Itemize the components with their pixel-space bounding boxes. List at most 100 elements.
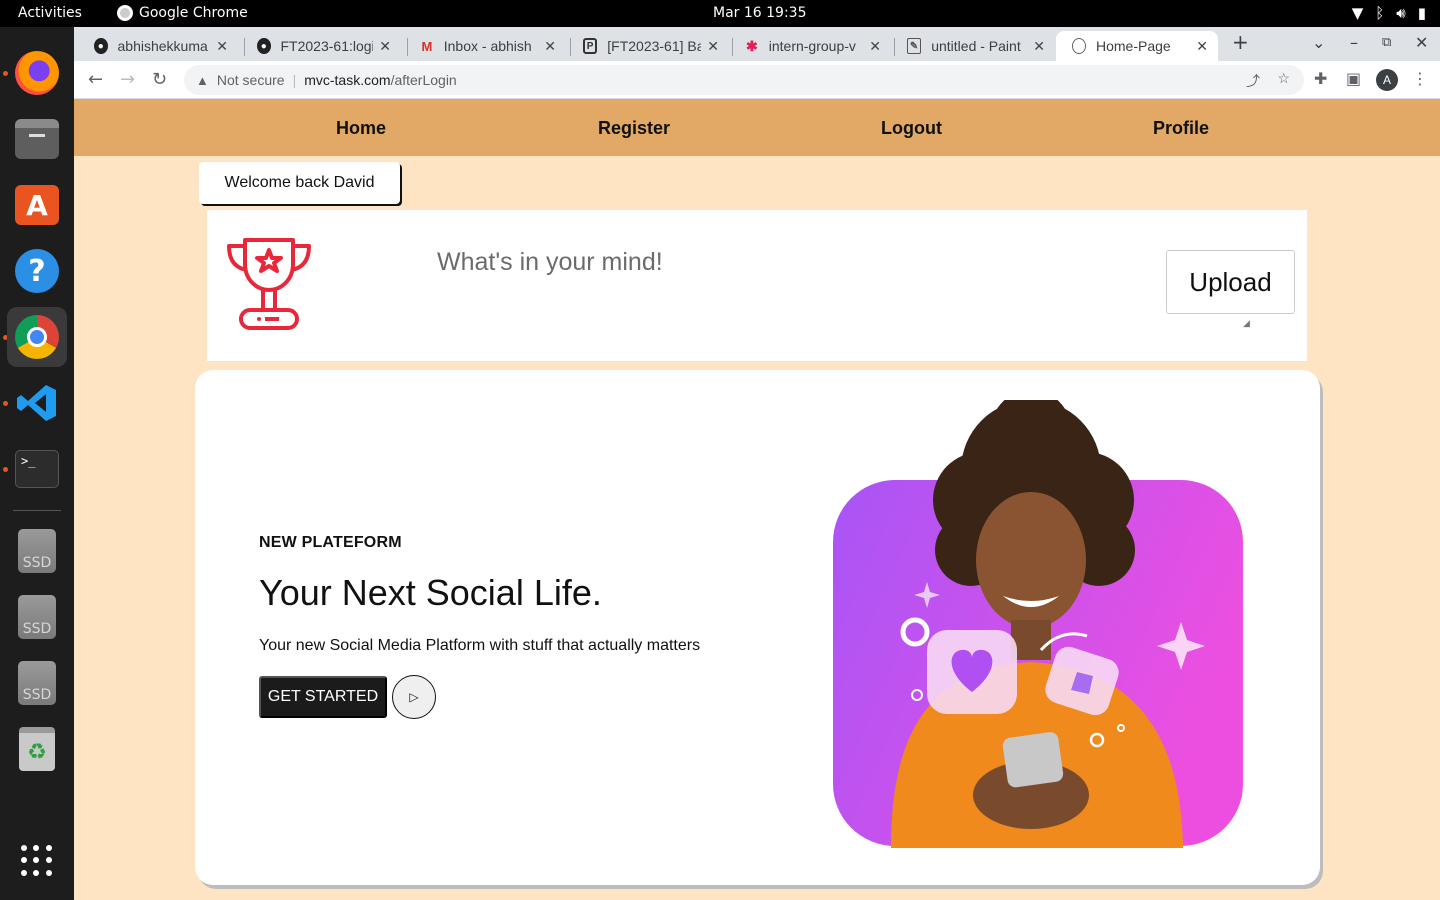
share-icon[interactable]: ⤴ (1246, 71, 1260, 91)
tab-title: untitled - Paint (931, 38, 1021, 54)
jira-icon: P (583, 38, 598, 54)
web-page: Home Register Logout Profile Welcome bac… (74, 99, 1440, 900)
url-path: /afterLogin (390, 72, 457, 88)
dock-ssd-3[interactable]: SSD (7, 653, 67, 713)
tab-title: intern-group-v (768, 38, 856, 54)
activities-button[interactable]: Activities (18, 5, 82, 21)
back-button[interactable]: ← (88, 69, 103, 90)
play-icon: ▷ (409, 690, 419, 704)
tab-gmail[interactable]: M Inbox - abhish ✕ (404, 31, 566, 61)
slack-icon: ✱ (746, 37, 758, 54)
gmail-icon: M (421, 38, 433, 54)
chrome-window: ● abhishekkuma ✕ ● FT2023-61:logi ✕ M In… (74, 27, 1440, 900)
tab-home-page[interactable]: Home-Page ✕ (1056, 31, 1218, 61)
extensions-icon[interactable]: ✚ (1314, 69, 1327, 88)
close-icon[interactable]: ✕ (379, 38, 391, 55)
tab-title: abhishekkuma (117, 38, 208, 54)
chrome-icon (15, 315, 59, 359)
welcome-message: Welcome back David (199, 162, 400, 204)
close-icon[interactable]: ✕ (1196, 38, 1208, 55)
app-menu[interactable]: Google Chrome (117, 5, 248, 21)
security-label[interactable]: Not secure (217, 72, 285, 88)
nav-logout-link[interactable]: Logout (881, 118, 942, 139)
browser-toolbar: ← → ↻ ▲ Not secure | mvc-task.com/afterL… (74, 61, 1440, 99)
trophy-icon (227, 238, 311, 330)
browser-menu-icon[interactable]: ⋮ (1412, 69, 1428, 88)
dock-files[interactable] (7, 109, 67, 169)
profile-avatar[interactable]: A (1376, 69, 1398, 91)
reload-button[interactable]: ↻ (152, 69, 167, 90)
tab-jira[interactable]: P [FT2023-61] Ba ✕ (567, 31, 729, 61)
tab-paint[interactable]: ✎ untitled - Paint ✕ (891, 31, 1055, 61)
close-icon[interactable]: ✕ (1033, 38, 1045, 55)
tab-github-profile[interactable]: ● abhishekkuma ✕ (78, 31, 238, 61)
play-button[interactable]: ▷ (392, 675, 436, 719)
dock-terminal[interactable]: >_ (7, 439, 67, 499)
clock[interactable]: Mar 16 19:35 (713, 5, 806, 21)
tab-title: [FT2023-61] Ba (607, 38, 702, 54)
address-bar[interactable]: ▲ Not secure | mvc-task.com/afterLogin ⤴… (184, 65, 1304, 95)
hero-subtext: Your new Social Media Platform with stuf… (259, 637, 701, 654)
hero-card: NEW PLATEFORM Your Next Social Life. You… (195, 370, 1320, 885)
bookmark-star-icon[interactable]: ☆ (1277, 70, 1290, 87)
minimize-button[interactable]: – (1350, 33, 1358, 52)
restore-button[interactable]: ⧉ (1382, 35, 1391, 50)
hero-headline: Your Next Social Life. (259, 572, 602, 613)
dock-app-grid[interactable] (7, 831, 67, 891)
app-store-icon: A (15, 185, 59, 225)
vscode-icon (15, 381, 59, 425)
dock-help[interactable]: ? (7, 241, 67, 301)
post-textarea[interactable]: What's in your mind! (437, 248, 1137, 277)
dock-ssd-1[interactable]: SSD (7, 521, 67, 581)
tab-search-button[interactable]: ⌄ (1312, 33, 1325, 52)
nav-home-link[interactable]: Home (336, 118, 386, 139)
close-window-button[interactable]: ✕ (1415, 33, 1428, 52)
globe-icon (1072, 38, 1086, 54)
tab-title: Inbox - abhish (443, 38, 532, 54)
system-tray[interactable]: ▼ ᛒ 🔊︎ ▮ (1352, 4, 1426, 22)
battery-icon: ▮ (1417, 4, 1426, 22)
forward-button[interactable]: → (120, 69, 135, 90)
app-name: Google Chrome (139, 5, 248, 21)
app-grid-icon (21, 845, 53, 877)
side-panel-icon[interactable]: ▣ (1346, 69, 1361, 88)
site-navbar: Home Register Logout Profile (74, 99, 1440, 156)
new-tab-button[interactable]: + (1232, 30, 1249, 54)
dock-app-store[interactable]: A (7, 175, 67, 235)
url-text: mvc-task.com/afterLogin (304, 72, 457, 88)
warning-icon: ▲ (196, 72, 209, 88)
ssd-drive-icon: SSD (18, 595, 56, 639)
files-icon (15, 119, 59, 159)
tab-title: Home-Page (1096, 38, 1171, 54)
close-icon[interactable]: ✕ (707, 38, 719, 55)
dock-separator (13, 510, 61, 511)
dock-firefox[interactable] (7, 43, 67, 103)
nav-profile-link[interactable]: Profile (1153, 118, 1209, 139)
close-icon[interactable]: ✕ (869, 38, 881, 55)
tab-github-repo[interactable]: ● FT2023-61:logi ✕ (241, 31, 401, 61)
firefox-icon (15, 51, 59, 95)
tab-strip: ● abhishekkuma ✕ ● FT2023-61:logi ✕ M In… (74, 27, 1440, 61)
upload-button[interactable]: Upload (1166, 250, 1295, 314)
trash-icon: ♻ (19, 727, 55, 771)
dock-chrome[interactable] (7, 307, 67, 367)
paint-icon: ✎ (907, 38, 922, 54)
hero-kicker: NEW PLATEFORM (259, 534, 402, 551)
chrome-icon (117, 5, 133, 21)
help-icon: ? (15, 249, 59, 293)
dock: A ? >_ SSD SSD SSD ♻ (0, 27, 74, 900)
get-started-button[interactable]: GET STARTED (259, 676, 387, 718)
ssd-drive-icon: SSD (18, 661, 56, 705)
tab-slack[interactable]: ✱ intern-group-v ✕ (729, 31, 891, 61)
resize-handle-icon[interactable]: ◢ (1243, 318, 1250, 329)
close-icon[interactable]: ✕ (216, 38, 228, 55)
github-icon: ● (94, 38, 108, 54)
github-icon: ● (257, 38, 271, 54)
address-separator: | (292, 72, 297, 88)
dock-trash[interactable]: ♻ (7, 719, 67, 779)
close-icon[interactable]: ✕ (544, 38, 556, 55)
nav-register-link[interactable]: Register (598, 118, 670, 139)
hero-illustration (833, 400, 1243, 848)
dock-ssd-2[interactable]: SSD (7, 587, 67, 647)
dock-vscode[interactable] (7, 373, 67, 433)
